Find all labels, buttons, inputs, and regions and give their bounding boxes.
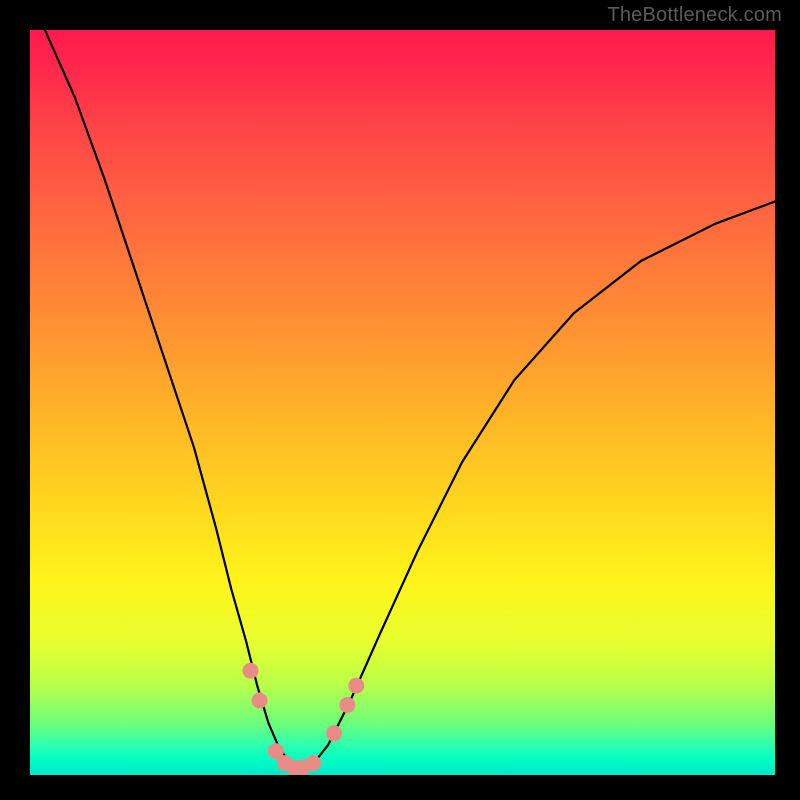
plot-area xyxy=(30,30,775,775)
outer-frame: TheBottleneck.com xyxy=(0,0,800,800)
watermark-text: TheBottleneck.com xyxy=(607,4,782,27)
marker-dot xyxy=(348,678,364,694)
marker-dot xyxy=(326,725,342,741)
highlight-markers xyxy=(243,663,365,775)
marker-dot xyxy=(252,693,268,709)
chart-svg xyxy=(30,30,775,775)
bottleneck-curve xyxy=(45,30,775,769)
marker-dot xyxy=(243,663,259,679)
marker-dot xyxy=(339,697,355,713)
marker-dot xyxy=(305,755,321,771)
